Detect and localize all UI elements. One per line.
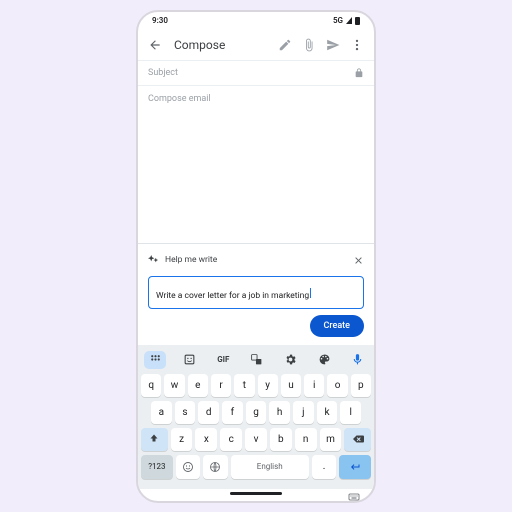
create-button[interactable]: Create xyxy=(310,315,364,337)
key-w[interactable]: w xyxy=(164,374,184,397)
key-z[interactable]: z xyxy=(171,428,193,451)
lock-icon xyxy=(354,68,364,78)
kb-row2: asdfghjkl xyxy=(141,401,371,424)
key-t[interactable]: t xyxy=(234,374,254,397)
kb-row4: ?123 English . xyxy=(141,455,371,479)
key-g[interactable]: g xyxy=(246,401,267,424)
key-k[interactable]: k xyxy=(317,401,338,424)
prompt-text: Write a cover letter for a job in market… xyxy=(156,291,309,301)
kb-settings-icon[interactable] xyxy=(281,351,301,369)
key-r[interactable]: r xyxy=(211,374,231,397)
key-y[interactable]: y xyxy=(258,374,278,397)
status-right: 5G xyxy=(333,16,360,25)
key-x[interactable]: x xyxy=(195,428,217,451)
key-h[interactable]: h xyxy=(269,401,290,424)
help-panel-title: Help me write xyxy=(165,255,347,265)
space-key[interactable]: English xyxy=(231,455,309,479)
key-j[interactable]: j xyxy=(293,401,314,424)
overflow-icon[interactable] xyxy=(348,36,366,54)
key-m[interactable]: m xyxy=(320,428,342,451)
key-l[interactable]: l xyxy=(340,401,361,424)
key-d[interactable]: d xyxy=(198,401,219,424)
key-b[interactable]: b xyxy=(270,428,292,451)
subject-field[interactable]: Subject xyxy=(138,60,374,86)
signal-icon xyxy=(346,17,352,24)
battery-icon xyxy=(355,17,360,25)
period-key[interactable]: . xyxy=(312,455,336,479)
kb-translate-icon[interactable] xyxy=(247,351,267,369)
kb-apps-icon[interactable] xyxy=(144,351,166,369)
help-panel: Help me write Write a cover letter for a… xyxy=(138,243,374,345)
app-header: Compose xyxy=(138,30,374,60)
kb-palette-icon[interactable] xyxy=(314,351,334,369)
nav-bar xyxy=(138,489,374,501)
key-e[interactable]: e xyxy=(188,374,208,397)
key-c[interactable]: c xyxy=(220,428,242,451)
key-s[interactable]: s xyxy=(175,401,196,424)
kb-gif-button[interactable]: GIF xyxy=(213,351,233,369)
keyboard-switch-icon[interactable] xyxy=(348,488,360,500)
key-p[interactable]: p xyxy=(351,374,371,397)
phone-frame: 9:30 5G Compose Subject Co xyxy=(136,10,376,503)
symbols-key[interactable]: ?123 xyxy=(141,455,173,479)
prompt-input[interactable]: Write a cover letter for a job in market… xyxy=(148,276,364,309)
key-i[interactable]: i xyxy=(304,374,324,397)
key-u[interactable]: u xyxy=(281,374,301,397)
emoji-key[interactable] xyxy=(176,455,200,479)
globe-key[interactable] xyxy=(203,455,227,479)
key-v[interactable]: v xyxy=(245,428,267,451)
key-q[interactable]: q xyxy=(141,374,161,397)
backspace-key[interactable] xyxy=(344,428,371,451)
status-bar: 9:30 5G xyxy=(138,12,374,30)
kb-mic-icon[interactable] xyxy=(348,351,368,369)
key-o[interactable]: o xyxy=(327,374,347,397)
enter-key[interactable] xyxy=(339,455,371,479)
help-panel-header: Help me write xyxy=(148,251,364,270)
kb-sticker-icon[interactable] xyxy=(180,351,200,369)
kb-row3: zxcvbnm xyxy=(141,428,371,451)
key-f[interactable]: f xyxy=(222,401,243,424)
clock: 9:30 xyxy=(152,16,168,25)
send-icon[interactable] xyxy=(324,36,342,54)
close-icon[interactable] xyxy=(353,251,364,270)
body-placeholder: Compose email xyxy=(148,94,211,104)
page-title: Compose xyxy=(174,38,270,52)
kb-row1: qwertyuiop xyxy=(141,374,371,397)
attach-icon[interactable] xyxy=(300,36,318,54)
email-body[interactable]: Compose email xyxy=(138,86,374,243)
shift-key[interactable] xyxy=(141,428,168,451)
gesture-pill[interactable] xyxy=(230,492,282,495)
key-n[interactable]: n xyxy=(295,428,317,451)
magic-pen-icon[interactable] xyxy=(276,36,294,54)
signal-label: 5G xyxy=(333,16,343,25)
keyboard: GIF qwertyuiop asdfghjkl zxcvbnm ?123 En… xyxy=(138,345,374,489)
wand-icon xyxy=(148,251,159,270)
kb-toolbar: GIF xyxy=(141,349,371,374)
back-icon[interactable] xyxy=(146,36,164,54)
text-cursor xyxy=(310,288,311,298)
key-a[interactable]: a xyxy=(151,401,172,424)
subject-placeholder: Subject xyxy=(148,68,178,78)
